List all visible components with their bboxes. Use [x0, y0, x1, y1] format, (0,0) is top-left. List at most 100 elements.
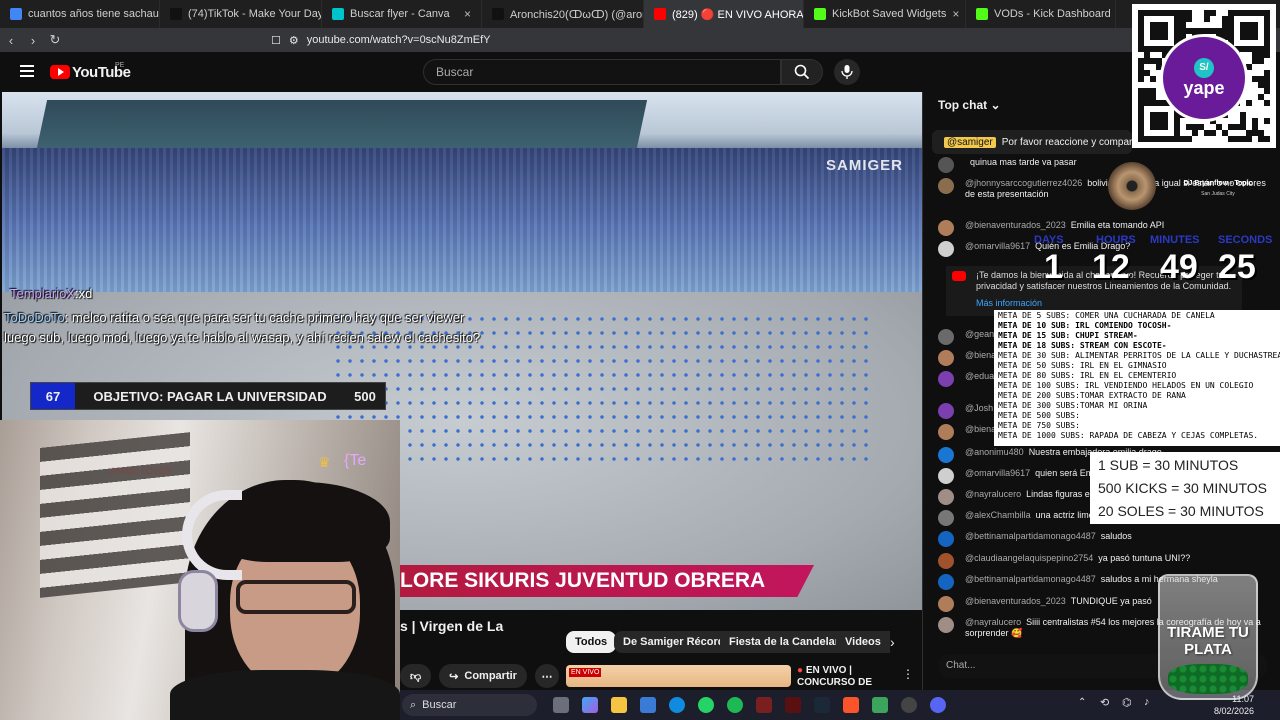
chat-author[interactable]: @bienaventurados_2023 — [965, 596, 1066, 606]
taskbar-search[interactable]: ⌕ Buscar — [402, 694, 537, 716]
chat-author[interactable]: @nayralucero — [965, 617, 1021, 627]
chat-message[interactable]: quinua mas tarde va pasar — [938, 157, 1268, 173]
chat-avatar[interactable] — [938, 531, 954, 547]
chat-avatar[interactable] — [938, 424, 954, 440]
chat-message[interactable]: @claudiaangelaquispepino2754 ya pasó tunt… — [938, 553, 1268, 569]
tray-sync-icon[interactable]: ⟲ — [1100, 696, 1109, 709]
share-button[interactable]: ↪ Compartir — [439, 664, 527, 688]
chat-author[interactable]: @claudiaangelaquispepino2754 — [965, 553, 1093, 563]
chat-avatar[interactable] — [938, 371, 954, 387]
recommended-thumbnail[interactable]: EN VIVO — [566, 665, 791, 687]
chat-mode-selector[interactable]: Top chat ⌄ — [938, 98, 1001, 112]
search-icon: ⌕ — [410, 698, 417, 711]
chat-author[interactable]: @omarvilla9617 — [965, 468, 1030, 478]
chat-author[interactable]: @alexChambilla — [965, 510, 1031, 520]
menu-icon[interactable] — [20, 65, 34, 77]
chat-author[interactable]: @biena — [965, 424, 996, 434]
chat-author[interactable]: @gean — [965, 329, 994, 339]
bookmark-icon[interactable]: ☐ — [271, 34, 281, 47]
copilot-icon[interactable] — [582, 697, 598, 713]
game-icon[interactable] — [756, 697, 772, 713]
browser-tab[interactable]: Buscar flyer - Canva × — [322, 0, 482, 28]
youtube-small-icon — [952, 271, 966, 281]
steam-icon[interactable] — [814, 697, 830, 713]
timer-label-seconds: SECONDS — [1218, 234, 1273, 246]
browser-tab[interactable]: VODs - Kick Dashboard× — [966, 0, 1116, 28]
url-field[interactable]: ☐ ⚙ youtube.com/watch?v=0scNu8ZmEfY — [271, 30, 951, 50]
youtube-logo-icon[interactable] — [50, 65, 70, 79]
chat-avatar[interactable] — [938, 178, 954, 194]
chat-avatar[interactable] — [938, 553, 954, 569]
notes-icon[interactable] — [872, 697, 888, 713]
chat-avatar[interactable] — [938, 329, 954, 345]
music-subtitle: San Judas City — [1201, 191, 1235, 197]
site-info-icon[interactable]: ⚙ — [289, 34, 299, 47]
chat-author[interactable]: @eduar — [965, 371, 997, 381]
chat-author[interactable]: @bettinamalpartidamonago4487 — [965, 531, 1096, 541]
voice-search-button[interactable] — [834, 59, 860, 85]
back-icon[interactable]: ‹ — [0, 33, 22, 48]
chat-author[interactable]: @Josh — [965, 403, 993, 413]
brave-icon[interactable] — [843, 697, 859, 713]
more-info-link[interactable]: Más información — [976, 298, 1236, 309]
chat-avatar[interactable] — [938, 596, 954, 612]
file-explorer-icon[interactable] — [611, 697, 627, 713]
chat-author[interactable]: @biena — [965, 350, 996, 360]
chat-avatar[interactable] — [938, 157, 954, 173]
browser-tab[interactable]: (74)TikTok - Make Your Day× — [160, 0, 322, 28]
browser-tab[interactable]: (829) 🔴 EN VIVO AHORA - LIX× — [644, 0, 804, 28]
edge-icon[interactable] — [669, 697, 685, 713]
chat-avatar[interactable] — [938, 241, 954, 257]
chat-avatar[interactable] — [938, 403, 954, 419]
chat-author[interactable]: @bettinamalpartidamonago4487 — [965, 574, 1096, 584]
search-button[interactable] — [781, 59, 823, 85]
chat-avatar[interactable] — [938, 447, 954, 463]
chat-author[interactable]: @nayralucero — [965, 489, 1021, 499]
chat-avatar[interactable] — [938, 220, 954, 236]
browser-tab[interactable]: Aronchis20(ↀωↀ) (@aronchil) está× — [482, 0, 644, 28]
obs-icon[interactable] — [901, 697, 917, 713]
store-icon[interactable] — [640, 697, 656, 713]
chat-author[interactable]: @omarvilla9617 — [965, 241, 1030, 251]
tray-network-icon[interactable]: ⌬ — [1122, 696, 1132, 709]
chat-text: Lindas figuras en — [1026, 489, 1095, 499]
chat-author[interactable]: @jhonnysarccogutierrez4026 — [965, 178, 1082, 188]
chat-avatar[interactable] — [938, 510, 954, 526]
striped-wall — [40, 432, 190, 598]
chip-todos[interactable]: Todos — [566, 631, 617, 653]
recommended-title[interactable]: ● EN VIVO | CONCURSO DE — [797, 665, 897, 689]
tray-chevron-icon[interactable]: ⌃ — [1078, 697, 1086, 708]
browser-tab[interactable]: cuantos años tiene sachauzumaki - B× — [0, 0, 160, 28]
sub-goal-item: META DE 1000 SUBS: RAPADA DE CABEZA Y CE… — [998, 431, 1259, 440]
pinned-message[interactable]: @samiger Por favor reaccione y compart — [932, 130, 1132, 154]
recommended-menu-icon[interactable]: ⋮ — [902, 667, 914, 681]
whatsapp-icon[interactable] — [698, 697, 714, 713]
search-input[interactable]: Buscar — [423, 59, 781, 85]
timer-minutes: 49 — [1160, 248, 1198, 286]
game-icon-2[interactable] — [785, 697, 801, 713]
chevron-right-icon[interactable]: › — [890, 634, 895, 650]
discord-icon[interactable] — [930, 697, 946, 713]
browser-tab[interactable]: KickBot Saved Widgets × — [804, 0, 966, 28]
dislike-button[interactable]: 👎︎ — [400, 664, 432, 688]
chat-author[interactable]: @anonimu480 — [965, 447, 1024, 457]
reload-icon[interactable]: ↻ — [44, 32, 66, 48]
tray-mic-icon[interactable]: ♪ — [1144, 696, 1150, 708]
close-tab-icon[interactable]: × — [952, 7, 959, 21]
url-text[interactable]: youtube.com/watch?v=0scNu8ZmEfY — [307, 34, 491, 46]
forward-icon[interactable]: › — [22, 33, 44, 48]
chat-avatar[interactable] — [938, 574, 954, 590]
chat-avatar[interactable] — [938, 489, 954, 505]
chat-message[interactable]: @bettinamalpartidamonago4487 saludos — [938, 531, 1268, 547]
chip-videos[interactable]: Videos — [836, 631, 890, 653]
chat-avatar[interactable] — [938, 468, 954, 484]
chat-author[interactable]: @bienaventurados_2023 — [965, 220, 1066, 230]
chat-message[interactable]: @bienaventurados_2023 Emilia eta tomando … — [938, 220, 1268, 236]
spotify-icon[interactable] — [727, 697, 743, 713]
task-view-icon[interactable] — [553, 697, 569, 713]
music-artist: DJ Bryanflow - Topic — [1183, 180, 1253, 187]
chat-avatar[interactable] — [938, 350, 954, 366]
chat-avatar[interactable] — [938, 617, 954, 633]
more-actions-button[interactable]: ⋯ — [534, 664, 559, 688]
close-tab-icon[interactable]: × — [464, 7, 471, 21]
